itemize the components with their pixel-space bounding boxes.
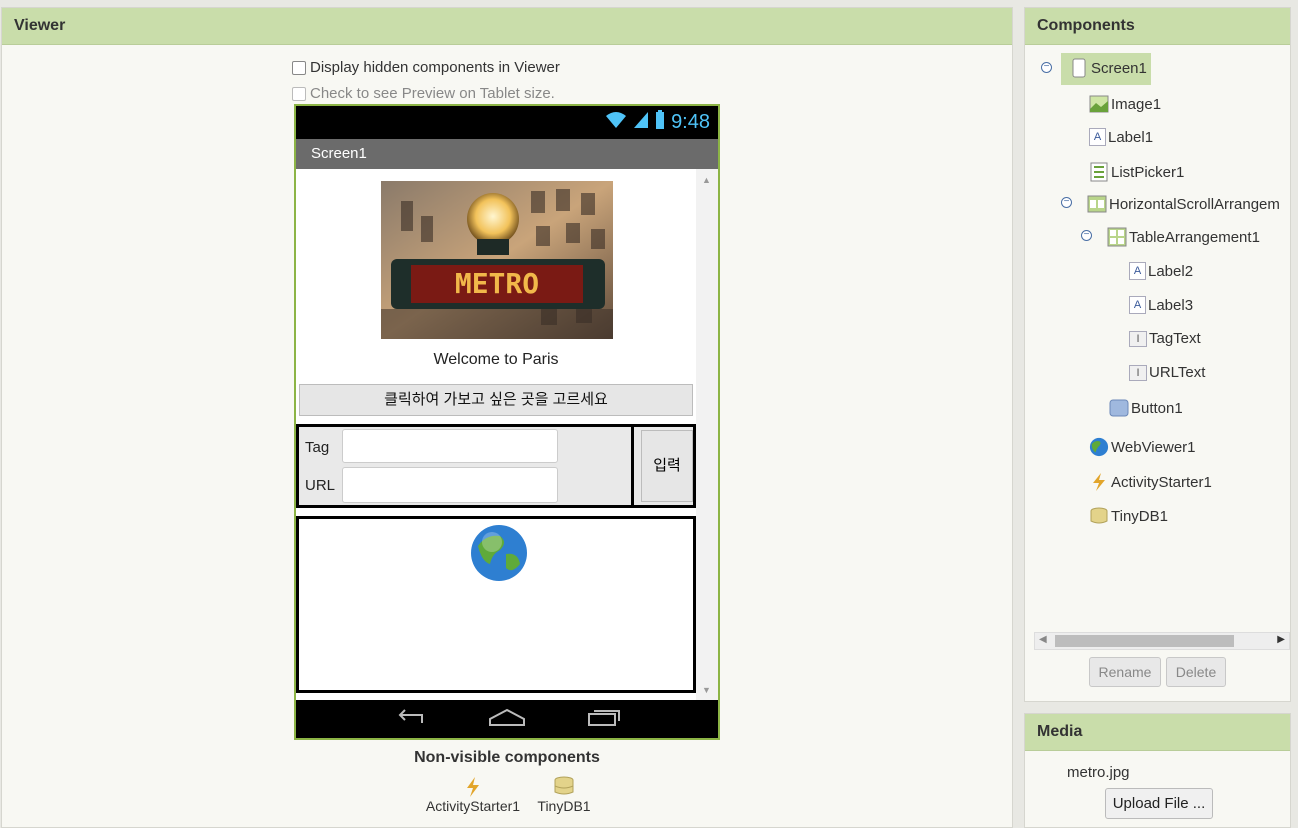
- signal-icon: [633, 111, 649, 134]
- screen-content: METRO Welcome to Paris 클릭하여 가보고 싶은 곳을 고르…: [296, 169, 696, 701]
- database-icon: [534, 776, 594, 798]
- recents-icon: [586, 707, 622, 732]
- tablet-preview-checkbox-row[interactable]: Check to see Preview on Tablet size.: [292, 85, 555, 102]
- status-time: 9:48: [671, 111, 710, 133]
- scroll-down-arrow-icon[interactable]: ▼: [702, 685, 711, 695]
- destination-listpicker[interactable]: 클릭하여 가보고 싶은 곳을 고르세요: [299, 384, 693, 416]
- lightning-icon: [420, 776, 526, 798]
- media-panel: Media metro.jpg Upload File ...: [1024, 713, 1291, 828]
- input-button[interactable]: 입력: [641, 430, 693, 502]
- tree-item-tablearrangement1[interactable]: TableArrangement1: [1107, 227, 1260, 247]
- media-file-item[interactable]: metro.jpg: [1067, 764, 1130, 781]
- table-arrangement: Tag URL: [299, 427, 634, 505]
- listpicker-icon: [1089, 162, 1109, 182]
- tree-item-tinydb1[interactable]: TinyDB1: [1089, 506, 1168, 526]
- tree-item-label: Button1: [1131, 399, 1183, 417]
- tree-item-label: Label2: [1148, 262, 1194, 280]
- tree-item-label2[interactable]: A Label2: [1129, 262, 1193, 280]
- tree-item-label: HorizontalScrollArrangem: [1109, 195, 1280, 213]
- tree-item-image1[interactable]: Image1: [1089, 94, 1161, 114]
- tree-item-label: TinyDB1: [1111, 507, 1168, 525]
- viewer-title: Viewer: [2, 8, 1012, 45]
- tree-item-webviewer1[interactable]: WebViewer1: [1089, 437, 1196, 457]
- screen-title-bar: Screen1: [296, 139, 718, 169]
- components-horizontal-scrollbar[interactable]: ◀ ▶: [1034, 632, 1290, 650]
- components-title: Components: [1025, 8, 1290, 45]
- lightning-icon: [1089, 472, 1109, 492]
- metro-sign-text: METRO: [455, 267, 539, 300]
- rename-button[interactable]: Rename: [1089, 657, 1161, 687]
- tree-item-label: Label3: [1148, 296, 1194, 314]
- tree-item-label: Screen1: [1091, 59, 1147, 77]
- database-icon: [1089, 506, 1109, 526]
- label-icon: A: [1129, 262, 1146, 280]
- tree-item-horizontalscrollarrangement[interactable]: HorizontalScrollArrangem: [1087, 194, 1280, 214]
- nonvisible-label: TinyDB1: [537, 798, 591, 814]
- wifi-icon: [605, 111, 627, 134]
- welcome-label: Welcome to Paris: [433, 351, 559, 368]
- image-icon: [1089, 94, 1109, 114]
- nonvisible-tinydb[interactable]: TinyDB1: [534, 776, 594, 814]
- phone-vertical-scrollbar[interactable]: ▲ ▼: [696, 169, 718, 701]
- button-icon: [1109, 398, 1129, 418]
- tree-item-tagtext[interactable]: I TagText: [1129, 330, 1201, 347]
- globe-icon: [1089, 437, 1109, 457]
- web-viewer[interactable]: [296, 516, 696, 693]
- horizontal-scroll-arrangement: Tag URL 입력: [296, 424, 696, 508]
- screen-icon: [1069, 58, 1089, 78]
- tag-label: Tag: [305, 439, 330, 456]
- textbox-icon: I: [1129, 364, 1147, 381]
- label-icon: A: [1129, 296, 1146, 314]
- metro-image[interactable]: METRO: [381, 181, 613, 339]
- table-arrangement-icon: [1107, 227, 1127, 247]
- status-bar: 9:48: [296, 106, 718, 139]
- display-hidden-checkbox[interactable]: [292, 60, 306, 75]
- scroll-left-arrow-icon[interactable]: ◀: [1039, 634, 1047, 645]
- nonvisible-activitystarter[interactable]: ActivityStarter1: [420, 776, 526, 814]
- label-icon: A: [1089, 128, 1106, 146]
- nonvisible-label: ActivityStarter1: [425, 798, 521, 814]
- scroll-thumb[interactable]: [1055, 635, 1234, 647]
- tree-item-label3[interactable]: A Label3: [1129, 296, 1193, 314]
- components-panel: Components − − − Screen1 Image1 A Label1…: [1024, 7, 1291, 702]
- globe-icon: [470, 524, 528, 582]
- media-title: Media: [1025, 714, 1290, 751]
- scroll-right-arrow-icon[interactable]: ▶: [1277, 634, 1285, 645]
- display-hidden-checkbox-row[interactable]: Display hidden components in Viewer: [292, 59, 560, 76]
- tree-item-urltext[interactable]: I URLText: [1129, 364, 1205, 381]
- tag-textbox[interactable]: [342, 429, 558, 463]
- phone-preview: 9:48 Screen1 METRO Welcome to Paris 클릭하여…: [294, 104, 720, 740]
- tree-item-activitystarter1[interactable]: ActivityStarter1: [1089, 472, 1212, 492]
- tree-item-label: TableArrangement1: [1129, 228, 1260, 246]
- url-textbox[interactable]: [342, 467, 558, 503]
- tree-item-label: TagText: [1149, 330, 1201, 347]
- collapse-toggle-icon[interactable]: −: [1041, 62, 1052, 73]
- url-label: URL: [305, 477, 336, 494]
- tree-item-label: Image1: [1111, 95, 1162, 113]
- tree-item-label1[interactable]: A Label1: [1089, 128, 1153, 146]
- tablet-preview-checkbox[interactable]: [292, 86, 306, 101]
- horizontal-arrangement-icon: [1087, 194, 1107, 214]
- tree-item-screen1[interactable]: Screen1: [1069, 58, 1147, 78]
- android-nav-bar: [296, 700, 718, 738]
- tree-item-label: ActivityStarter1: [1111, 473, 1212, 491]
- textbox-icon: I: [1129, 330, 1147, 347]
- scroll-up-arrow-icon[interactable]: ▲: [702, 175, 711, 185]
- tree-item-label: URLText: [1149, 364, 1206, 381]
- tree-item-listpicker1[interactable]: ListPicker1: [1089, 162, 1184, 182]
- display-hidden-label: Display hidden components in Viewer: [310, 59, 560, 76]
- collapse-toggle-icon[interactable]: −: [1081, 230, 1092, 241]
- tree-item-label: ListPicker1: [1111, 163, 1185, 181]
- back-icon: [392, 707, 428, 732]
- tablet-preview-label: Check to see Preview on Tablet size.: [310, 85, 555, 102]
- battery-icon: [655, 110, 665, 135]
- upload-file-button[interactable]: Upload File ...: [1105, 788, 1213, 819]
- tree-item-label: WebViewer1: [1111, 438, 1196, 456]
- tree-item-label: Label1: [1108, 128, 1154, 146]
- home-icon: [488, 707, 526, 732]
- delete-button[interactable]: Delete: [1166, 657, 1226, 687]
- nonvisible-components-title: Non-visible components: [414, 749, 600, 766]
- tree-item-button1[interactable]: Button1: [1109, 398, 1183, 418]
- collapse-toggle-icon[interactable]: −: [1061, 197, 1072, 208]
